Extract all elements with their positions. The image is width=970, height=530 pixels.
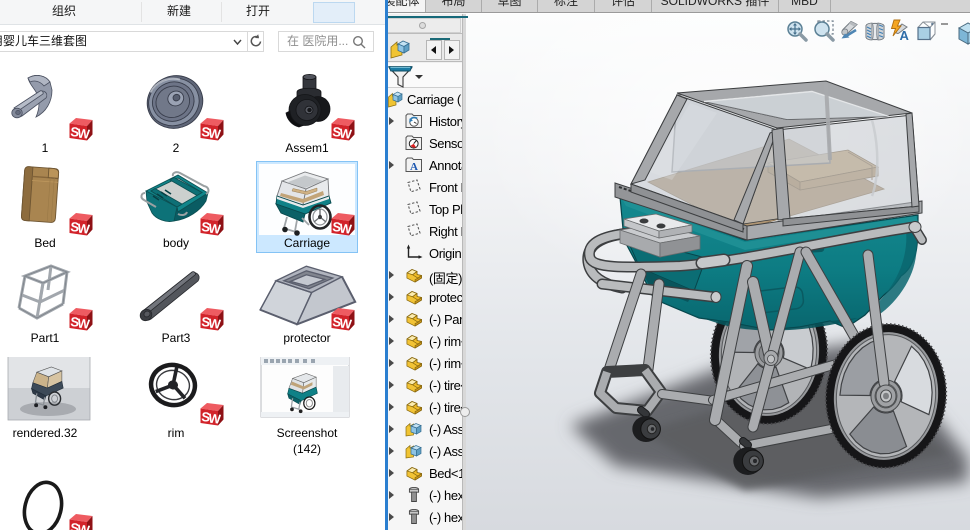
svg-text:W: W [208,126,222,142]
svg-text:W: W [208,221,222,237]
svg-text:W: W [77,522,91,530]
svg-text:W: W [339,126,353,142]
svg-text:W: W [77,126,91,142]
svg-text:A: A [900,28,910,43]
svg-text:W: W [339,316,353,332]
svg-text:W: W [208,411,222,427]
svg-text:A: A [410,161,418,173]
svg-text:W: W [77,316,91,332]
svg-text:W: W [208,316,222,332]
svg-text:W: W [339,221,353,237]
svg-text:W: W [77,221,91,237]
